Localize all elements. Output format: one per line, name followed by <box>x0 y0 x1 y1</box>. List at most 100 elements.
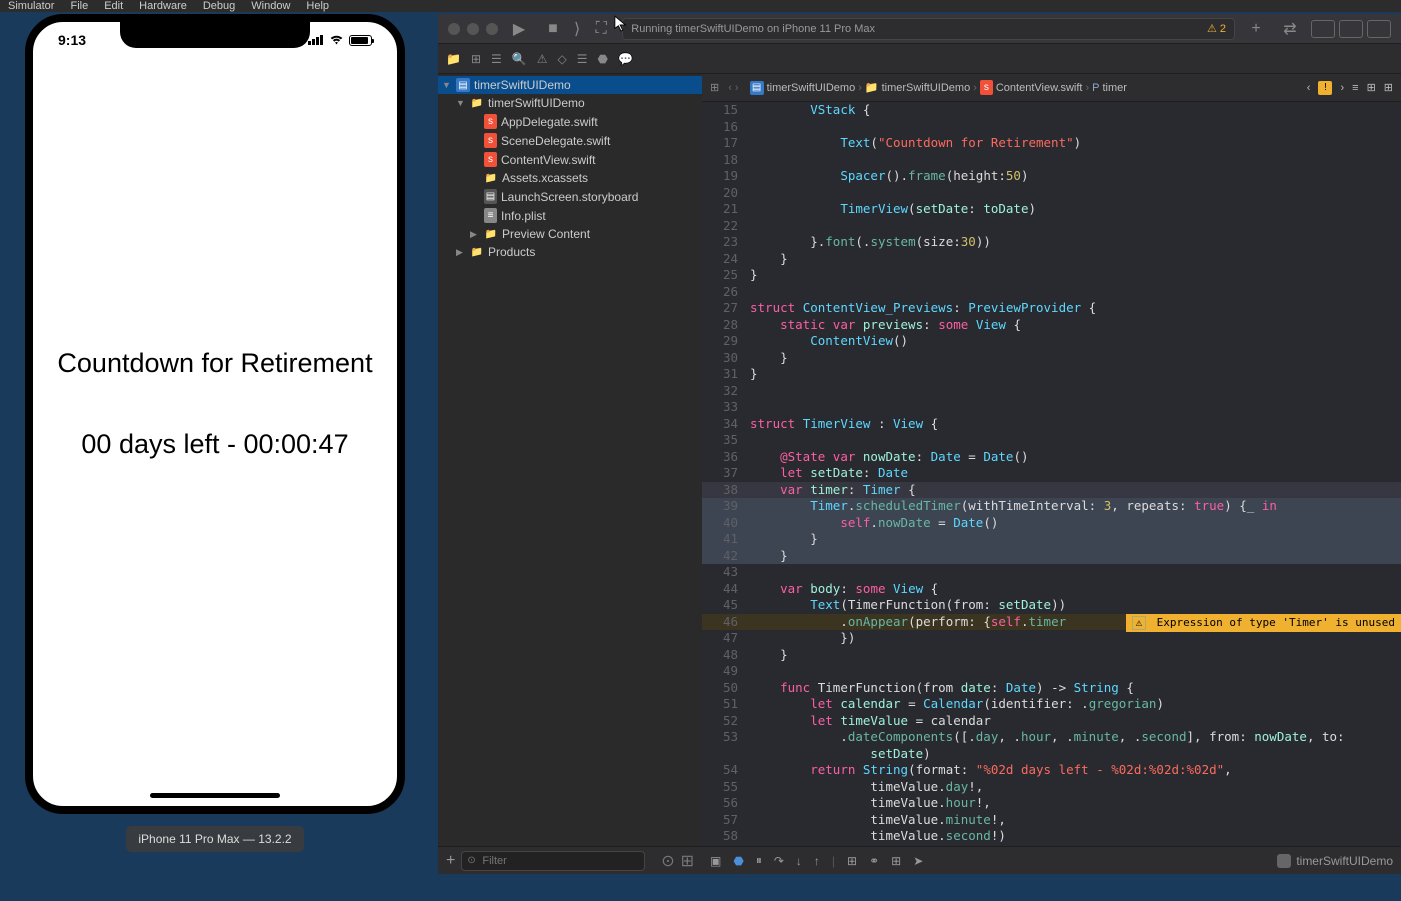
issue-nav-icon[interactable]: ⚠ <box>537 52 548 66</box>
filter-input[interactable] <box>461 851 645 871</box>
code-line[interactable]: 52 let timeValue = calendar <box>702 713 1401 730</box>
code-line[interactable]: 35 <box>702 432 1401 449</box>
folder-products[interactable]: ▶ 📁 Products <box>438 243 702 261</box>
inline-warning[interactable]: ⚠ Expression of type 'Timer' is unused <box>1126 614 1401 633</box>
code-line[interactable]: 44 var body: some View { <box>702 581 1401 598</box>
project-navigator[interactable]: ▼ ▤ timerSwiftUIDemo ▼ 📁 timerSwiftUIDem… <box>438 74 702 846</box>
folder-preview[interactable]: ▶ 📁 Preview Content <box>438 225 702 243</box>
code-line[interactable]: 53 .dateComponents([.day, .hour, .minute… <box>702 729 1401 746</box>
find-nav-icon[interactable]: 🔍 <box>512 52 527 66</box>
code-line[interactable]: 39 Timer.scheduledTimer(withTimeInterval… <box>702 498 1401 515</box>
code-line[interactable]: 55 timeValue.day!, <box>702 779 1401 796</box>
home-indicator[interactable] <box>150 793 280 798</box>
menu-item[interactable]: Edit <box>104 0 123 12</box>
code-line[interactable]: 41 } <box>702 531 1401 548</box>
code-line[interactable]: 56 timeValue.hour!, <box>702 795 1401 812</box>
code-line[interactable]: 57 timeValue.minute!, <box>702 812 1401 829</box>
environment-icon[interactable]: ⊞ <box>891 854 901 868</box>
add-file-button[interactable]: + <box>446 852 455 870</box>
related-items-icon[interactable]: ⊞ <box>710 81 719 94</box>
code-line[interactable]: 19 Spacer().frame(height:50) <box>702 168 1401 185</box>
code-area[interactable]: 15 VStack {1617 Text("Countdown for Reti… <box>702 102 1401 846</box>
code-line[interactable]: 40 self.nowDate = Date() <box>702 515 1401 532</box>
toggle-inspector[interactable] <box>1367 20 1391 38</box>
menu-item[interactable]: Hardware <box>139 0 187 12</box>
code-line[interactable]: setDate) <box>702 746 1401 763</box>
debug-process[interactable]: timerSwiftUIDemo <box>1277 854 1393 868</box>
debug-view-icon[interactable]: ⊞ <box>847 854 857 868</box>
forward-button[interactable]: › <box>735 82 739 94</box>
code-line[interactable]: 46 .onAppear(perform: {self.timer⚠ Expre… <box>702 614 1401 631</box>
code-line[interactable]: 43 <box>702 564 1401 581</box>
code-line[interactable]: 50 func TimerFunction(from date: Date) -… <box>702 680 1401 697</box>
code-line[interactable]: 34struct TimerView : View { <box>702 416 1401 433</box>
scheme-selector[interactable]: ⟩ <box>574 19 580 39</box>
code-line[interactable]: 28 static var previews: some View { <box>702 317 1401 334</box>
test-nav-icon[interactable]: ◇ <box>558 52 567 66</box>
code-line[interactable]: 54 return String(format: "%02d days left… <box>702 762 1401 779</box>
jump-item[interactable]: timerSwiftUIDemo <box>767 82 856 94</box>
code-line[interactable]: 45 Text(TimerFunction(from: setDate)) <box>702 597 1401 614</box>
zoom-button[interactable] <box>486 23 498 35</box>
jump-forward-icon[interactable]: › <box>1340 82 1344 94</box>
warning-count[interactable]: ⚠ 2 <box>1207 22 1226 35</box>
step-out-icon[interactable]: ↑ <box>814 854 820 868</box>
code-line[interactable]: 29 ContentView() <box>702 333 1401 350</box>
debug-nav-icon[interactable]: ☰ <box>577 52 588 66</box>
code-line[interactable]: 24 } <box>702 251 1401 268</box>
jump-back-icon[interactable]: ‹ <box>1307 82 1311 94</box>
code-line[interactable]: 15 VStack { <box>702 102 1401 119</box>
menu-item[interactable]: Simulator <box>8 0 54 12</box>
assistant-icon[interactable]: ⊞ <box>1367 81 1376 94</box>
menu-item[interactable]: Help <box>306 0 329 12</box>
code-line[interactable]: 26 <box>702 284 1401 301</box>
step-into-icon[interactable]: ↓ <box>796 854 802 868</box>
project-root[interactable]: ▼ ▤ timerSwiftUIDemo <box>438 76 702 94</box>
breakpoint-nav-icon[interactable]: ⬣ <box>598 52 608 66</box>
memory-graph-icon[interactable]: ⚭ <box>869 854 879 868</box>
code-line[interactable]: 37 let setDate: Date <box>702 465 1401 482</box>
file-launchscreen[interactable]: ▤ LaunchScreen.storyboard <box>438 187 702 206</box>
file-infoplist[interactable]: ≡ Info.plist <box>438 206 702 225</box>
step-over-icon[interactable]: ↷ <box>774 854 784 868</box>
code-line[interactable]: 36 @State var nowDate: Date = Date() <box>702 449 1401 466</box>
minimize-button[interactable] <box>467 23 479 35</box>
folder-group[interactable]: ▼ 📁 timerSwiftUIDemo <box>438 94 702 112</box>
code-line[interactable]: 58 timeValue.second!) <box>702 828 1401 845</box>
menu-item[interactable]: File <box>70 0 88 12</box>
pause-button[interactable]: ⏸ <box>756 853 762 868</box>
file-contentview[interactable]: s ContentView.swift <box>438 150 702 169</box>
scm-filter-icon[interactable]: ⊞ <box>681 851 694 871</box>
menu-item[interactable]: Debug <box>203 0 235 12</box>
code-line[interactable]: 27struct ContentView_Previews: PreviewPr… <box>702 300 1401 317</box>
code-line[interactable]: 51 let calendar = Calendar(identifier: .… <box>702 696 1401 713</box>
symbol-nav-icon[interactable]: ☰ <box>491 52 502 66</box>
code-line[interactable]: 20 <box>702 185 1401 202</box>
code-line[interactable]: 38 var timer: Timer { <box>702 482 1401 499</box>
breakpoint-toggle-icon[interactable]: ⬣ <box>733 854 743 868</box>
code-line[interactable]: 30 } <box>702 350 1401 367</box>
code-line[interactable]: 32 <box>702 383 1401 400</box>
activity-viewer[interactable]: Running timerSwiftUIDemo on iPhone 11 Pr… <box>622 18 1235 40</box>
code-line[interactable]: 16 <box>702 119 1401 136</box>
run-button[interactable]: ▶ <box>506 19 532 39</box>
recent-files-icon[interactable]: ⊙ <box>661 851 674 871</box>
code-line[interactable]: 23 }.font(.system(size:30)) <box>702 234 1401 251</box>
code-line[interactable]: 33 <box>702 399 1401 416</box>
code-line[interactable]: 49 <box>702 663 1401 680</box>
jump-item[interactable]: timerSwiftUIDemo <box>882 82 971 94</box>
code-line[interactable]: 22 <box>702 218 1401 235</box>
code-line[interactable]: 42 } <box>702 548 1401 565</box>
file-scenedelegate[interactable]: s SceneDelegate.swift <box>438 131 702 150</box>
source-control-nav-icon[interactable]: ⊞ <box>471 52 481 66</box>
location-icon[interactable]: ➤ <box>913 854 923 868</box>
jump-item[interactable]: ContentView.swift <box>996 82 1083 94</box>
add-tab-button[interactable]: + <box>1243 19 1269 39</box>
add-editor-icon[interactable]: ⊞ <box>1384 81 1393 94</box>
jump-item[interactable]: timer <box>1103 82 1127 94</box>
code-line[interactable]: 48 } <box>702 647 1401 664</box>
warning-icon[interactable]: ! <box>1318 81 1332 95</box>
code-review-button[interactable]: ⇄ <box>1277 19 1303 39</box>
close-button[interactable] <box>448 23 460 35</box>
code-line[interactable]: 47 }) <box>702 630 1401 647</box>
